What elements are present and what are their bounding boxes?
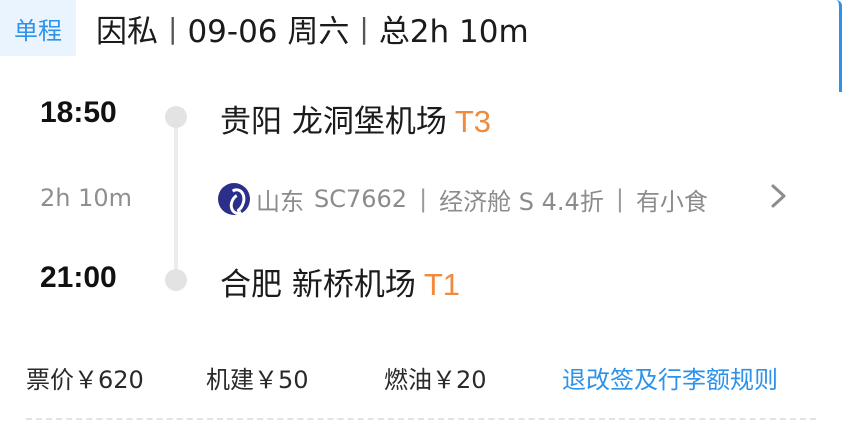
airline-name: 山东	[256, 187, 304, 216]
departure-airport-name: 贵阳 龙洞堡机场	[220, 104, 447, 140]
flight-number: SC7662	[314, 185, 408, 213]
card-divider	[26, 418, 816, 420]
header-separator: |	[168, 11, 178, 45]
chevron-right-icon[interactable]	[770, 182, 788, 217]
meal-info: 有小食	[635, 187, 708, 216]
arrival-airport: 合肥 新桥机场 T1	[220, 259, 460, 304]
arrival-dot-icon	[165, 269, 187, 291]
refund-baggage-rules-link[interactable]: 退改签及行李额规则	[562, 360, 778, 395]
departure-terminal: T3	[454, 104, 492, 139]
cabin-class: 经济舱 S 4.4折	[439, 187, 604, 216]
flight-duration: 2h 10m	[40, 184, 133, 212]
flight-itinerary-card: 单程 因私 | 09-06 周六 | 总2h 10m 18:50 2h 10m …	[0, 0, 842, 423]
fuel-fee: 燃油￥20	[384, 366, 487, 394]
departure-airport: 贵阳 龙洞堡机场 T3	[220, 96, 491, 141]
arrival-terminal: T1	[423, 267, 461, 302]
price-breakdown: 票价￥620 机建￥50 燃油￥20 退改签及行李额规则	[26, 360, 816, 400]
trip-summary: 因私 | 09-06 周六 | 总2h 10m	[96, 0, 529, 56]
itinerary-header: 单程 因私 | 09-06 周六 | 总2h 10m	[0, 0, 800, 56]
fare-price: 票价￥620	[26, 366, 144, 394]
departure-time: 18:50	[40, 96, 117, 129]
flight-info-row[interactable]: 山东 SC7662 | 经济舱 S 4.4折 | 有小食	[218, 180, 798, 218]
trip-purpose: 因私	[96, 13, 158, 50]
flight-separator: |	[615, 185, 624, 213]
arrival-time: 21:00	[40, 261, 117, 294]
airport-fee: 机建￥50	[206, 366, 309, 394]
trip-date: 09-06 周六	[187, 13, 350, 50]
header-separator: |	[359, 11, 369, 45]
card-edge-accent	[836, 0, 842, 92]
departure-dot-icon	[165, 106, 187, 128]
timeline-rail	[174, 118, 178, 278]
arrival-airport-name: 合肥 新桥机场	[220, 267, 416, 303]
shandong-airlines-logo-icon	[218, 183, 250, 215]
trip-type-badge: 单程	[0, 0, 76, 56]
trip-total-duration: 总2h 10m	[378, 13, 529, 50]
flight-separator: |	[419, 185, 428, 213]
